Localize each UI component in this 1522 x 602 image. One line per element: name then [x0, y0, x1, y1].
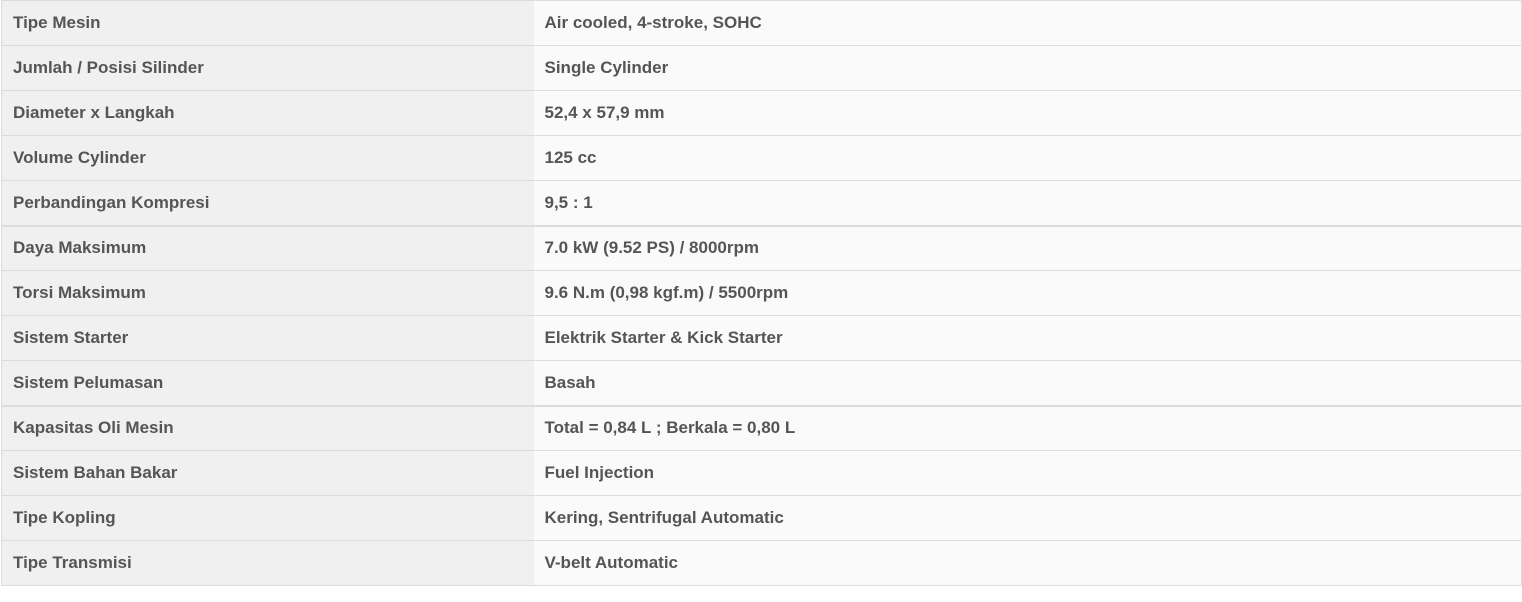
spec-label: Kapasitas Oli Mesin [1, 405, 534, 451]
spec-label: Jumlah / Posisi Silinder [1, 45, 534, 91]
spec-value: Basah [533, 360, 1522, 407]
table-row: Tipe Transmisi V-belt Automatic [1, 540, 1522, 586]
spec-label: Volume Cylinder [1, 135, 534, 181]
table-row: Diameter x Langkah 52,4 x 57,9 mm [1, 90, 1522, 136]
spec-label: Tipe Kopling [1, 495, 534, 541]
spec-value: Total = 0,84 L ; Berkala = 0,80 L [533, 405, 1522, 451]
table-row: Tipe Mesin Air cooled, 4-stroke, SOHC [1, 0, 1522, 46]
table-row: Sistem Pelumasan Basah [1, 360, 1522, 407]
spec-value: 7.0 kW (9.52 PS) / 8000rpm [533, 225, 1522, 271]
table-row: Sistem Bahan Bakar Fuel Injection [1, 450, 1522, 496]
spec-label: Tipe Mesin [1, 0, 534, 46]
spec-value: V-belt Automatic [533, 540, 1522, 586]
spec-label: Sistem Starter [1, 315, 534, 361]
spec-label: Tipe Transmisi [1, 540, 534, 586]
table-row: Perbandingan Kompresi 9,5 : 1 [1, 180, 1522, 227]
spec-label: Perbandingan Kompresi [1, 180, 534, 227]
table-row: Volume Cylinder 125 cc [1, 135, 1522, 181]
table-row: Kapasitas Oli Mesin Total = 0,84 L ; Ber… [1, 405, 1522, 451]
spec-value: Air cooled, 4-stroke, SOHC [533, 0, 1522, 46]
spec-label: Daya Maksimum [1, 225, 534, 271]
spec-value: 9,5 : 1 [533, 180, 1522, 227]
spec-value: Single Cylinder [533, 45, 1522, 91]
table-row: Sistem Starter Elektrik Starter & Kick S… [1, 315, 1522, 361]
spec-value: 52,4 x 57,9 mm [533, 90, 1522, 136]
spec-value: Kering, Sentrifugal Automatic [533, 495, 1522, 541]
spec-value: 9.6 N.m (0,98 kgf.m) / 5500rpm [533, 270, 1522, 316]
spec-label: Sistem Pelumasan [1, 360, 534, 407]
table-row: Tipe Kopling Kering, Sentrifugal Automat… [1, 495, 1522, 541]
spec-value: Fuel Injection [533, 450, 1522, 496]
spec-label: Diameter x Langkah [1, 90, 534, 136]
table-row: Daya Maksimum 7.0 kW (9.52 PS) / 8000rpm [1, 225, 1522, 271]
engine-spec-table: Tipe Mesin Air cooled, 4-stroke, SOHC Ju… [1, 0, 1522, 586]
table-row: Torsi Maksimum 9.6 N.m (0,98 kgf.m) / 55… [1, 270, 1522, 316]
spec-value: Elektrik Starter & Kick Starter [533, 315, 1522, 361]
spec-label: Sistem Bahan Bakar [1, 450, 534, 496]
spec-label: Torsi Maksimum [1, 270, 534, 316]
spec-value: 125 cc [533, 135, 1522, 181]
table-row: Jumlah / Posisi Silinder Single Cylinder [1, 45, 1522, 91]
